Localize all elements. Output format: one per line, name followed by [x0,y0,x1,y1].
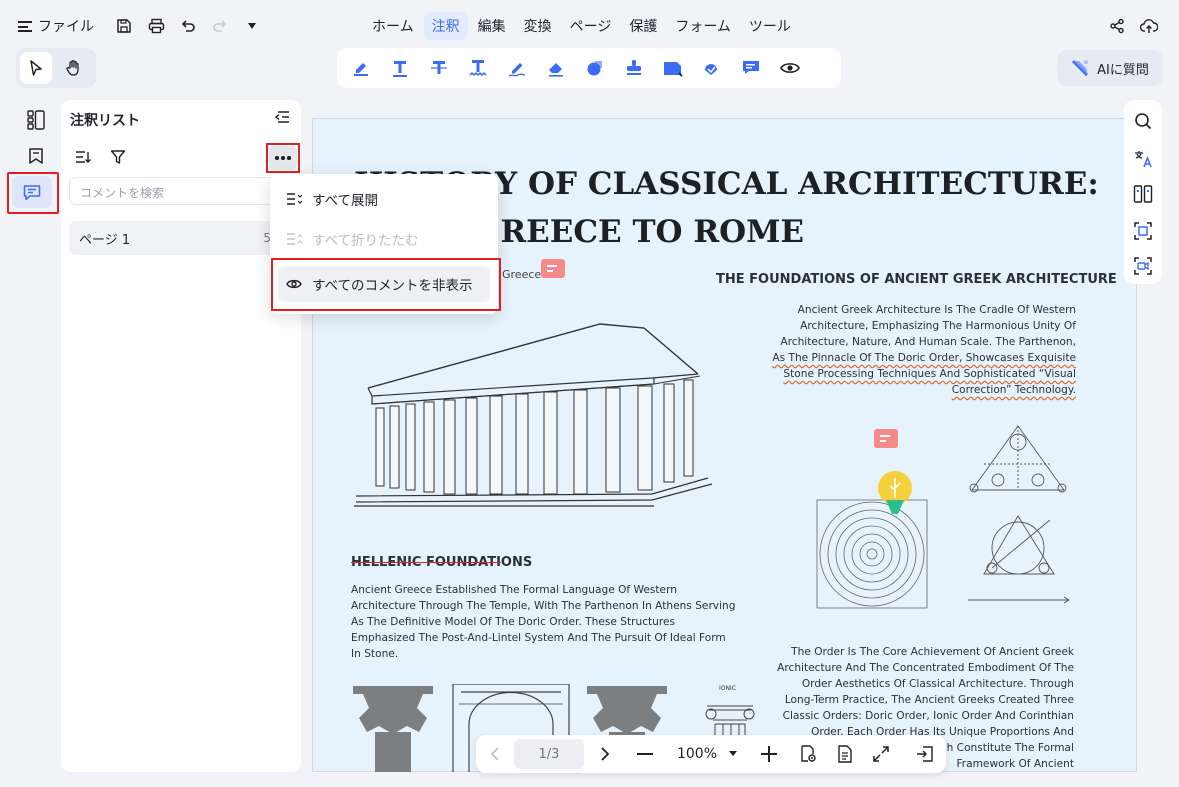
collapse-all-label: すべて折りたたむ [312,233,419,249]
zoom-dropdown-icon [729,751,738,756]
right-rail [1124,100,1162,284]
expand-all-item[interactable]: すべて展開 [270,182,498,216]
sort-icon[interactable] [74,149,94,167]
tab-edit[interactable]: 編集 [470,12,514,40]
textbox-tool-icon[interactable] [657,52,689,84]
page-view-icon[interactable] [796,735,822,773]
more-icon [269,146,297,170]
page-group-row[interactable]: ページ 1 5 [69,221,281,255]
collapse-all-item[interactable]: すべて折りたたむ [270,222,498,256]
collapse-all-icon [287,233,302,245]
thumbnails-icon[interactable] [14,102,58,138]
collapse-panel-icon[interactable] [274,110,292,126]
tab-tools[interactable]: ツール [741,12,799,40]
underline-text-tool-icon[interactable] [384,52,416,84]
show-hide-annotations-eye-icon[interactable] [774,52,806,84]
pen-tool-icon[interactable] [501,52,533,84]
quick-access-dropdown-icon[interactable] [242,16,262,36]
page-group-label: ページ 1 [79,232,131,248]
greek-section-heading: THE FOUNDATIONS OF ANCIENT GREEK ARCHITE… [716,272,1117,287]
eye-icon [286,279,302,289]
bookmark-icon[interactable] [14,138,58,174]
file-menu-label: ファイル [38,19,94,35]
main-nav-tabs: ホーム 注釈 編集 変換 ページ 保護 フォーム ツール [364,12,799,40]
comment-search-input[interactable]: コメントを検索 [69,177,281,205]
zoom-level-value: 100% [676,746,718,762]
more-options-button[interactable] [266,143,300,173]
hide-all-comments-item[interactable]: すべてのコメントを非表示 [270,267,498,301]
previous-page-icon[interactable] [482,735,508,773]
tab-page[interactable]: ページ [562,12,620,40]
panel-title: 注釈リスト [70,113,140,129]
expand-all-icon [287,193,302,205]
annotation-toolbar [337,48,841,88]
attachment-tool-icon[interactable] [696,52,728,84]
hamburger-icon [18,20,32,32]
cloud-upload-icon[interactable] [1139,16,1159,36]
tab-annotate[interactable]: 注釈 [423,12,468,40]
zoom-level-select[interactable]: 100% [672,735,742,773]
filter-icon[interactable] [110,149,128,167]
eraser-tool-icon[interactable] [540,52,572,84]
tab-form[interactable]: フォーム [667,12,739,40]
note-tool-icon[interactable] [735,52,767,84]
hellenic-section-heading: HELLENIC FOUNDATIONS [351,555,532,570]
comment-note-icon[interactable] [541,259,565,278]
greek-section-paragraph: Ancient Greek Architecture Is The Cradle… [772,302,1076,398]
hand-tool-button[interactable] [58,52,90,84]
expand-all-label: すべて展開 [312,193,379,209]
compare-icon[interactable] [1133,184,1153,204]
strikethrough-tool-icon[interactable] [423,52,455,84]
ionic-label: IONIC [719,685,736,692]
stamp-tool-icon[interactable] [618,52,650,84]
zoom-in-icon[interactable] [756,735,782,773]
save-icon[interactable] [114,16,134,36]
top-bar: ファイル ホーム 注釈 編集 変換 ページ 保護 フォーム ツール [0,0,1179,52]
zoom-out-icon[interactable] [632,735,658,773]
geometry-diagram [812,418,1072,610]
ask-ai-label: AIに質問 [1097,62,1149,78]
squiggly-annotated-text[interactable]: As The Pinnacle Of The Doric Order, Show… [772,352,1076,396]
ai-sparkle-icon [1072,59,1089,77]
cursor-tool-group [16,48,96,88]
page-navigation-bar: 1/3 100% [476,735,946,773]
search-icon[interactable] [1133,111,1153,131]
file-menu-button[interactable]: ファイル [18,14,94,38]
share-icon[interactable] [1107,16,1127,36]
greek-paragraph-text: Ancient Greek Architecture Is The Cradle… [780,304,1076,348]
undo-icon[interactable] [178,16,198,36]
tab-home[interactable]: ホーム [364,12,422,40]
document-subtitle: Greece [502,268,542,281]
page-number-input[interactable]: 1/3 [514,739,584,769]
tab-protect[interactable]: 保護 [621,12,665,40]
squiggly-tool-icon[interactable] [462,52,494,84]
select-tool-button[interactable] [20,52,52,84]
print-icon[interactable] [146,16,166,36]
parthenon-illustration [352,318,716,510]
fit-page-icon[interactable] [868,735,894,773]
hide-all-comments-label: すべてのコメントを非表示 [312,278,473,294]
hellenic-section-paragraph: Ancient Greece Established The Formal La… [351,584,736,660]
next-page-icon[interactable] [592,735,618,773]
translate-icon[interactable] [1133,149,1153,169]
ocr-scan-icon[interactable] [1133,221,1153,241]
highlight-tool-icon[interactable] [345,52,377,84]
strikethrough-annotated-text[interactable]: HELLENIC FOUNDATI [351,555,501,570]
reading-mode-icon[interactable] [832,735,858,773]
shape-tool-icon[interactable] [579,52,611,84]
screen-record-icon[interactable] [1133,256,1153,276]
left-rail [14,100,58,174]
exit-fullscreen-icon[interactable] [912,735,938,773]
ask-ai-button[interactable]: AIに質問 [1057,50,1163,86]
hellenic-heading-rest: ONS [500,555,533,570]
comments-panel-icon[interactable] [12,176,52,208]
tab-convert[interactable]: 変換 [516,12,560,40]
redo-icon[interactable] [210,16,230,36]
